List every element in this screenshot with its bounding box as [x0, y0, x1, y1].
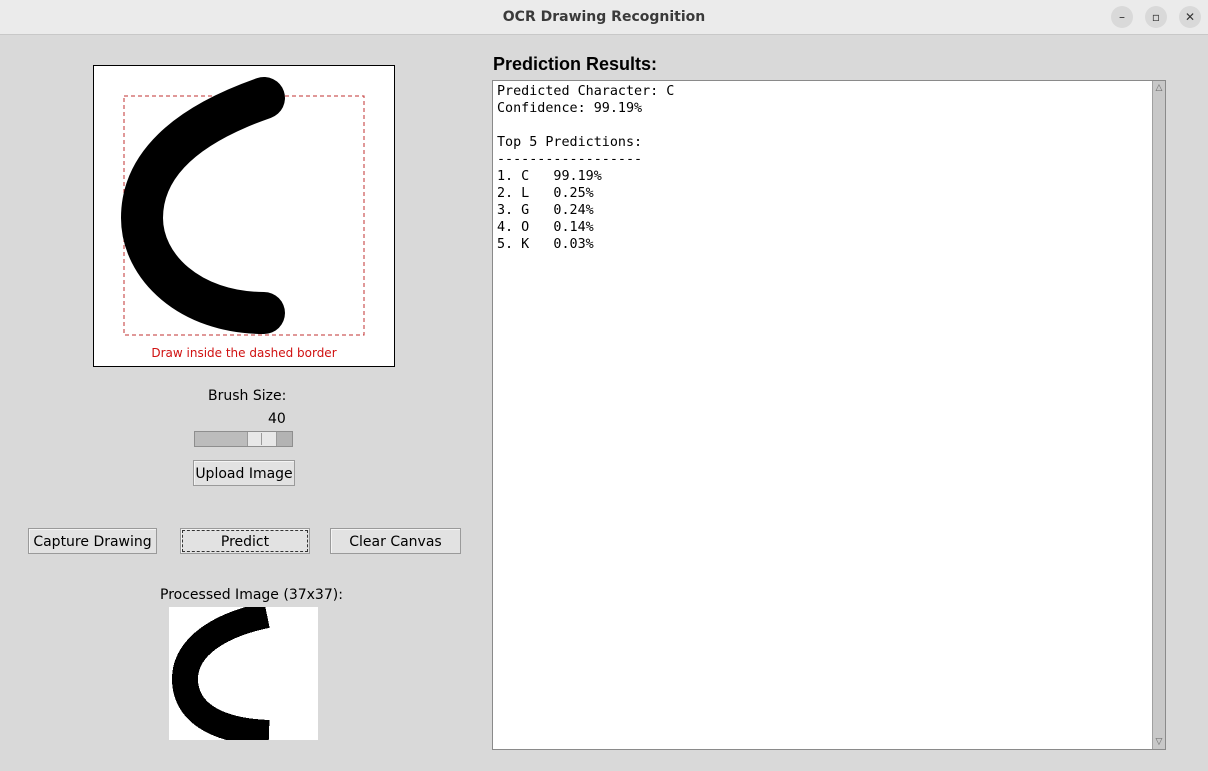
scroll-down-icon[interactable]: ▽: [1154, 737, 1164, 747]
processed-image: [169, 607, 318, 740]
minimize-icon: –: [1119, 10, 1125, 24]
maximize-button[interactable]: ▫: [1145, 6, 1167, 28]
results-scrollbar[interactable]: △ ▽: [1152, 81, 1165, 749]
brush-size-slider[interactable]: [194, 431, 293, 447]
maximize-icon: ▫: [1151, 10, 1161, 24]
drawing-canvas[interactable]: Draw inside the dashed border: [93, 65, 395, 367]
title-bar: OCR Drawing Recognition – ▫ ✕: [0, 0, 1208, 35]
slider-handle[interactable]: [247, 432, 277, 446]
scroll-up-icon[interactable]: △: [1154, 83, 1164, 93]
processed-glyph: [171, 607, 270, 740]
minimize-button[interactable]: –: [1111, 6, 1133, 28]
clear-canvas-button[interactable]: Clear Canvas: [330, 528, 461, 554]
window-title: OCR Drawing Recognition: [502, 9, 706, 25]
close-button[interactable]: ✕: [1179, 6, 1201, 28]
results-textbox[interactable]: Predicted Character: C Confidence: 99.19…: [492, 80, 1166, 750]
drawing-strokes: [120, 77, 365, 336]
drawn-stroke: [120, 77, 285, 334]
brush-size-label: Brush Size:: [208, 388, 287, 404]
brush-size-value: 40: [268, 411, 286, 427]
predict-button[interactable]: Predict: [180, 528, 310, 554]
upload-image-button[interactable]: Upload Image: [193, 460, 295, 486]
capture-drawing-button[interactable]: Capture Drawing: [28, 528, 157, 554]
processed-image-label: Processed Image (37x37):: [160, 587, 343, 603]
canvas-hint: Draw inside the dashed border: [151, 346, 337, 360]
close-icon: ✕: [1184, 10, 1196, 24]
slider-trough-fill: [195, 432, 247, 446]
results-title: Prediction Results:: [493, 54, 658, 74]
results-text: Predicted Character: C Confidence: 99.19…: [497, 84, 675, 252]
